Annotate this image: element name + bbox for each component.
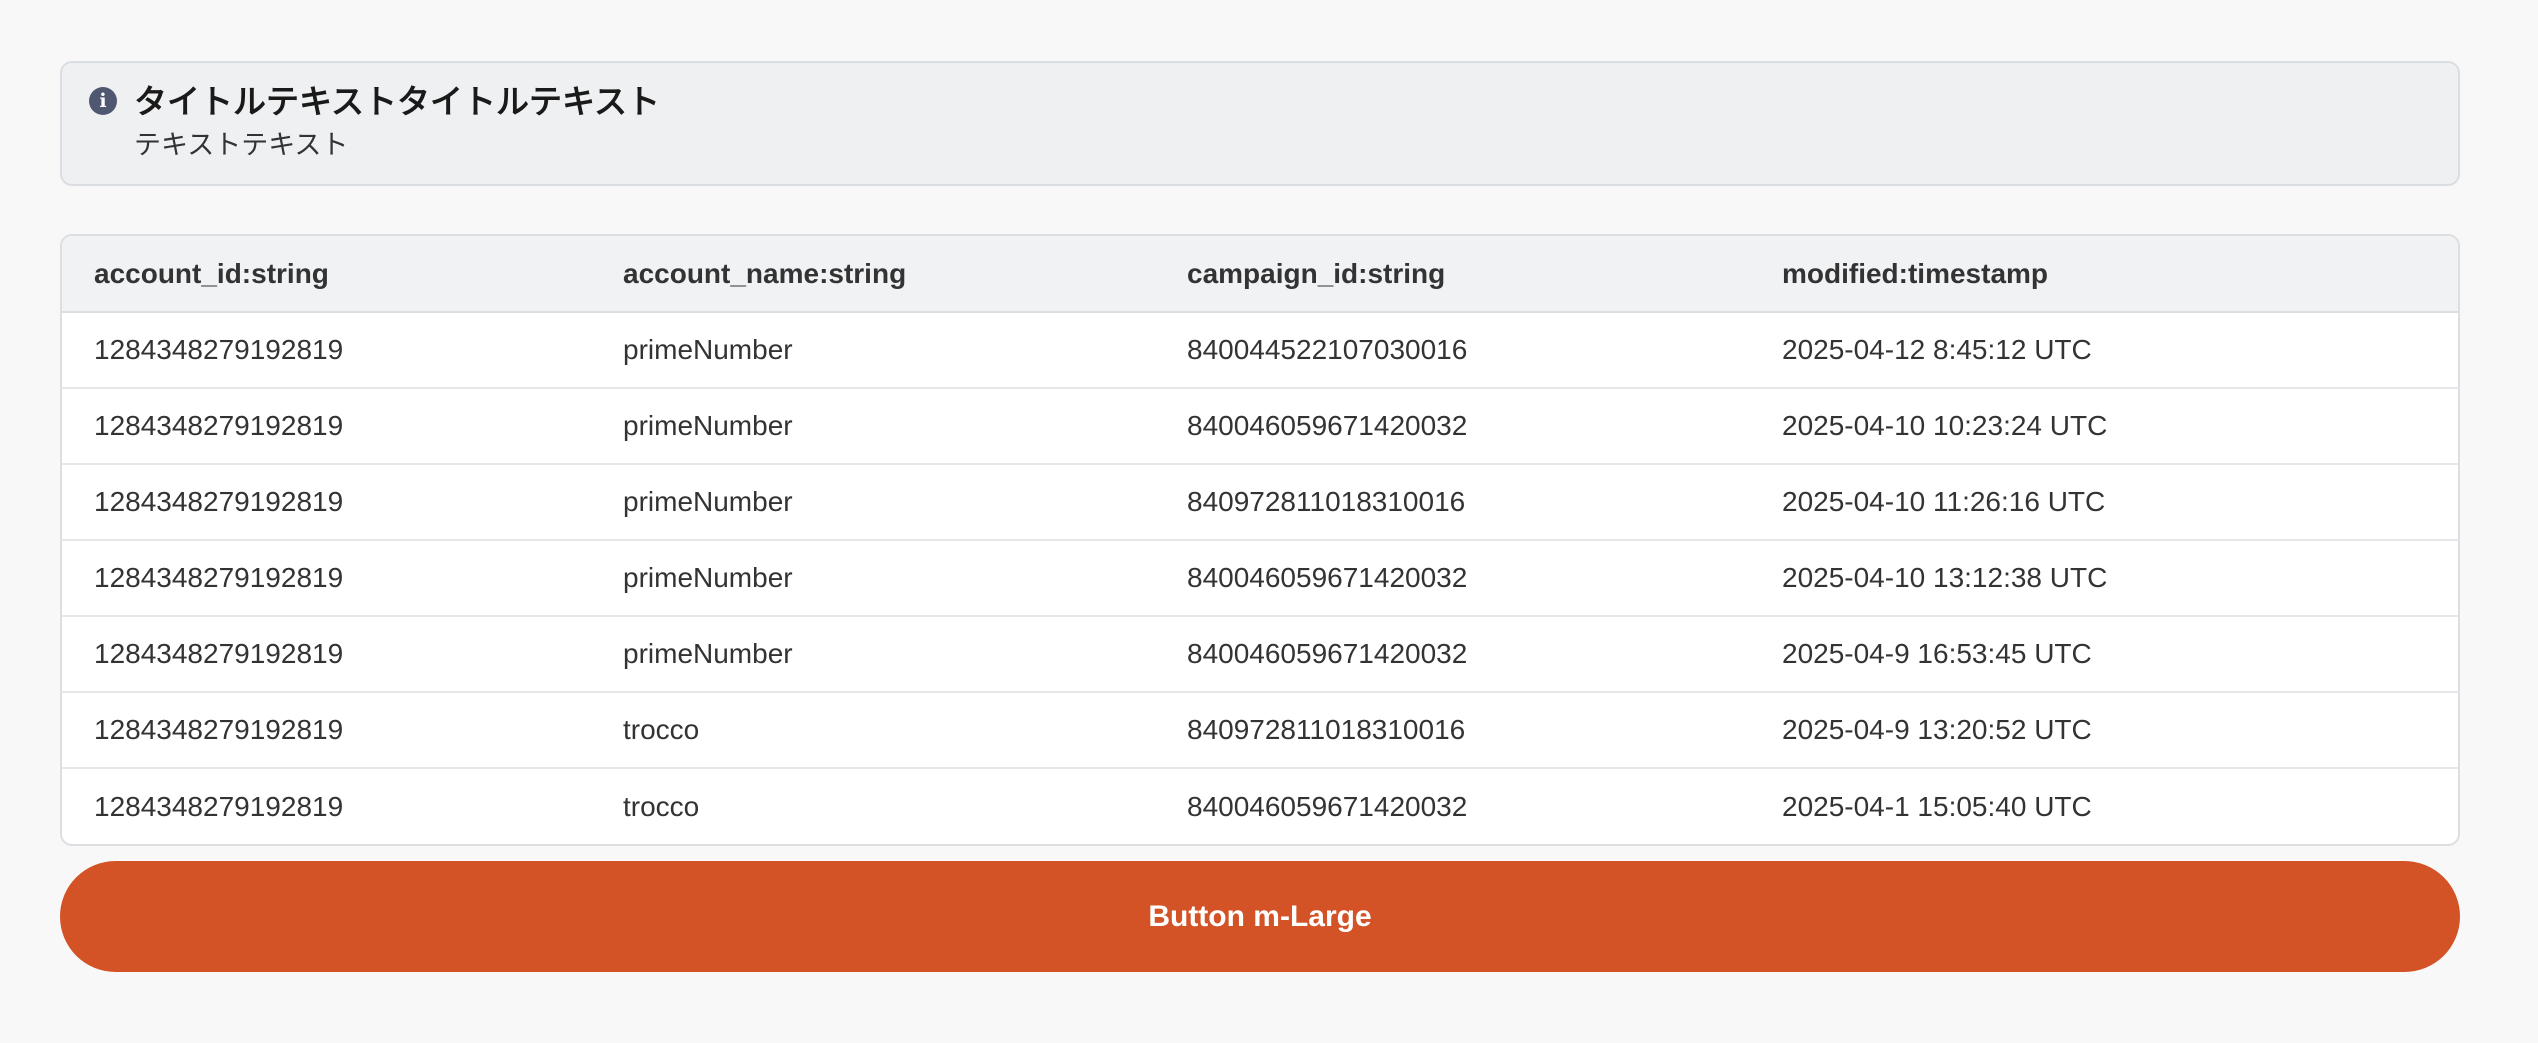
cell-campaign-id: 840046059671420032	[1155, 540, 1750, 617]
table-header-row: account_id:string account_name:string ca…	[62, 236, 2458, 313]
cell-modified: 2025-04-1 15:05:40 UTC	[1782, 790, 2092, 822]
alert-title: タイトルテキストタイトルテキスト	[134, 83, 661, 120]
table-row: 1284348279192819 primeNumber 84004605967…	[62, 540, 2458, 617]
cell-modified: 2025-04-10 10:23:24 UTC	[1750, 388, 2458, 465]
table-row: 1284348279192819 primeNumber 84097281101…	[62, 464, 2458, 541]
cell-modified: 2025-04-12 8:45:12 UTC	[1750, 312, 2458, 389]
cell-account-id: 1284348279192819	[62, 540, 591, 617]
cell-campaign-id: 840972811018310016	[1155, 692, 1750, 769]
table-row: 1284348279192819 primeNumber 84004605967…	[62, 388, 2458, 465]
data-table: account_id:string account_name:string ca…	[60, 234, 2460, 846]
alert-text: テキストテキスト	[134, 130, 349, 160]
primary-button[interactable]: Button m-Large	[60, 861, 2460, 972]
cell-account-id: 1284348279192819	[62, 692, 591, 769]
cell-campaign-id: 840046059671420032	[1155, 616, 1750, 693]
cell-campaign-id: 840044522107030016	[1155, 312, 1750, 389]
info-icon: i	[89, 87, 117, 115]
cell-account-name: primeNumber	[591, 388, 1155, 465]
cell-modified: 2025-04-9 16:53:45 UTC	[1750, 616, 2458, 693]
cell-account-name: primeNumber	[591, 540, 1155, 617]
cell-account-id: 1284348279192819	[62, 312, 591, 389]
table-row: 1284348279192819 primeNumber 84004452210…	[62, 312, 2458, 389]
column-header-account-id: account_id:string	[62, 236, 591, 313]
table-row: 1284348279192819 trocco 8400460596714200…	[62, 768, 2458, 844]
cell-campaign-id: 840046059671420032	[1155, 388, 1750, 465]
table-row: 1284348279192819 trocco 8409728110183100…	[62, 692, 2458, 769]
cell-account-name: primeNumber	[591, 312, 1155, 389]
cell-account-name: trocco	[623, 790, 700, 822]
column-header-campaign-id: campaign_id:string	[1155, 236, 1750, 313]
cell-account-name: trocco	[591, 692, 1155, 769]
column-header-modified: modified:timestamp	[1750, 236, 2458, 313]
table-row: 1284348279192819 primeNumber 84004605967…	[62, 616, 2458, 693]
info-alert: i タイトルテキストタイトルテキスト テキストテキスト	[60, 61, 2460, 186]
cell-campaign-id: 840972811018310016	[1155, 464, 1750, 541]
cell-account-id: 1284348279192819	[62, 616, 591, 693]
cell-account-id: 1284348279192819	[94, 790, 344, 822]
column-header-account-name: account_name:string	[591, 236, 1155, 313]
cell-account-id: 1284348279192819	[62, 464, 591, 541]
cell-modified: 2025-04-10 13:12:38 UTC	[1750, 540, 2458, 617]
cell-modified: 2025-04-9 13:20:52 UTC	[1750, 692, 2458, 769]
cell-account-name: primeNumber	[591, 464, 1155, 541]
cell-account-id: 1284348279192819	[62, 388, 591, 465]
cell-account-name: primeNumber	[591, 616, 1155, 693]
cell-campaign-id: 840046059671420032	[1187, 790, 1468, 822]
cell-modified: 2025-04-10 11:26:16 UTC	[1750, 464, 2458, 541]
